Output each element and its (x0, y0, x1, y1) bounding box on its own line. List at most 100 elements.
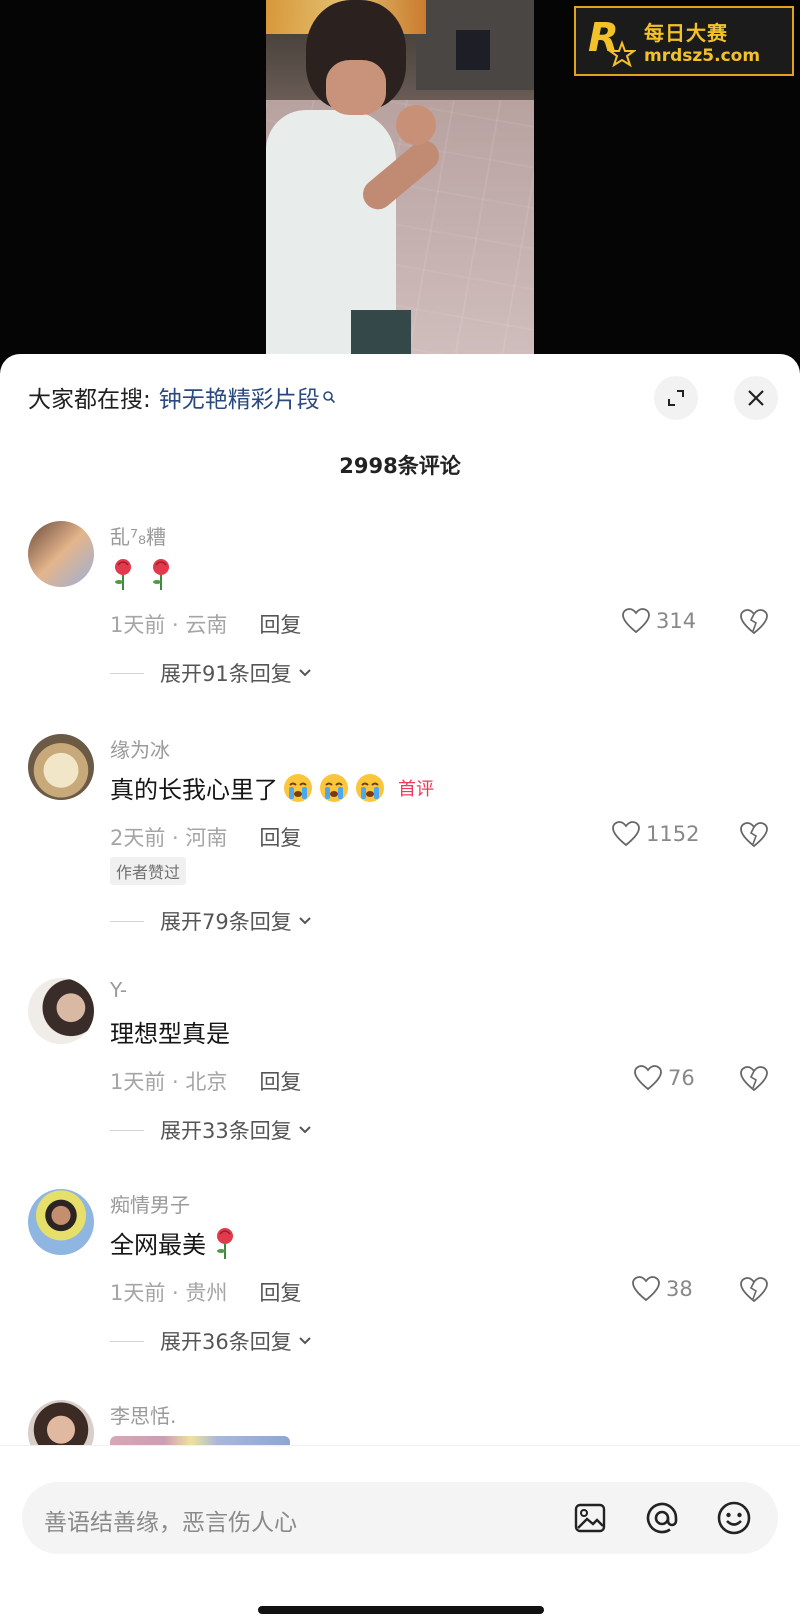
comment-text: 真的长我心里了 首评 (110, 770, 434, 805)
heart-icon (632, 1276, 660, 1302)
comment-text (110, 557, 186, 591)
comment-time-location: 1天前 · 云南 (110, 613, 228, 637)
watermark-brand-text: 每日大赛 (644, 20, 728, 45)
reply-button[interactable]: 回复 (259, 1277, 301, 1307)
chevron-down-icon (299, 1337, 311, 1345)
close-panel-button[interactable] (734, 376, 778, 420)
search-icon (322, 384, 336, 404)
expand-replies-button[interactable]: 展开79条回复 (110, 906, 312, 936)
like-count: 314 (656, 609, 697, 633)
like-button[interactable]: 1152 (612, 821, 699, 847)
trending-search[interactable]: 大家都在搜: 钟无艳精彩片段 (28, 380, 336, 414)
rose-emoji-icon (153, 559, 169, 590)
like-button[interactable]: 314 (622, 608, 696, 634)
like-button[interactable]: 76 (634, 1065, 695, 1091)
mention-button[interactable] (642, 1498, 682, 1538)
comment-time-location: 2天前 · 河南 (110, 826, 228, 850)
dislike-button[interactable] (740, 1277, 768, 1307)
home-indicator[interactable] (258, 1606, 544, 1614)
smiley-icon (717, 1501, 751, 1535)
video-player[interactable]: R 每日大赛 mrdsz5.com (0, 0, 800, 365)
reply-button[interactable]: 回复 (259, 822, 301, 852)
expand-replies-label: 展开91条回复 (160, 662, 292, 686)
comment-text-content: 全网最美 (110, 1231, 206, 1259)
rose-emoji-icon (115, 559, 131, 590)
comment-text-content: 真的长我心里了 (110, 776, 278, 804)
broken-heart-icon (740, 1277, 768, 1303)
watermark-badge: R 每日大赛 mrdsz5.com (574, 6, 794, 76)
comment-username[interactable]: 缘为冰 (110, 734, 170, 763)
reply-button[interactable]: 回复 (259, 609, 301, 639)
like-button[interactable]: 38 (632, 1276, 693, 1302)
image-picker-button[interactable] (570, 1498, 610, 1538)
avatar[interactable] (28, 978, 94, 1044)
expand-replies-label: 展开36条回复 (160, 1330, 292, 1354)
trending-search-prefix: 大家都在搜: (28, 387, 151, 413)
comment-username[interactable]: 痴情男子 (110, 1189, 190, 1218)
comment-meta: 1天前 · 贵州 回复 (110, 1277, 301, 1307)
comment-meta: 1天前 · 北京 回复 (110, 1066, 301, 1096)
crying-emoji-icon (284, 773, 312, 802)
comment-input-field[interactable]: 善语结善缘，恶言伤人心 (22, 1482, 778, 1554)
dislike-button[interactable] (740, 1066, 768, 1096)
avatar[interactable] (28, 1189, 94, 1255)
comment-username[interactable]: 乱⁷₈糟 (110, 521, 166, 550)
video-background-window (456, 30, 490, 70)
expand-replies-button[interactable]: 展开91条回复 (110, 658, 312, 688)
heart-icon (634, 1065, 662, 1091)
video-person-fist (396, 105, 436, 145)
avatar[interactable] (28, 521, 94, 587)
emoji-picker-button[interactable] (714, 1498, 754, 1538)
comment-time-location: 1天前 · 北京 (110, 1070, 228, 1094)
comment-count: 2998条评论 (339, 454, 461, 478)
comment-panel: 大家都在搜: 钟无艳精彩片段 2998条评论 乱⁷₈糟 1天前 · 云南 回复 (0, 354, 800, 1620)
video-person-face (326, 60, 386, 115)
first-comment-badge: 首评 (398, 778, 434, 800)
like-count: 38 (666, 1277, 693, 1301)
divider (110, 920, 144, 922)
video-frame[interactable] (266, 0, 534, 365)
dislike-button[interactable] (740, 609, 768, 639)
expand-icon (668, 390, 684, 406)
dislike-button[interactable] (740, 822, 768, 852)
author-liked-badge: 作者赞过 (110, 857, 187, 885)
comment-time-location: 1天前 · 贵州 (110, 1281, 228, 1305)
like-count: 76 (668, 1066, 695, 1090)
watermark-logo-icon: R (584, 13, 636, 69)
divider (110, 672, 144, 674)
comment-meta: 1天前 · 云南 回复 (110, 609, 301, 639)
comment-meta: 2天前 · 河南 回复 (110, 822, 301, 852)
broken-heart-icon (740, 822, 768, 848)
chevron-down-icon (299, 917, 311, 925)
comment-input-placeholder: 善语结善缘，恶言伤人心 (44, 1510, 297, 1536)
chevron-down-icon (299, 669, 311, 677)
expand-replies-button[interactable]: 展开36条回复 (110, 1326, 312, 1356)
trending-search-term[interactable]: 钟无艳精彩片段 (159, 380, 320, 414)
expand-replies-button[interactable]: 展开33条回复 (110, 1115, 312, 1145)
broken-heart-icon (740, 1066, 768, 1092)
avatar[interactable] (28, 734, 94, 800)
watermark-url: mrdsz5.com (644, 45, 761, 66)
crying-emoji-icon (320, 773, 348, 802)
close-icon (748, 390, 764, 406)
like-count: 1152 (646, 822, 700, 846)
divider (110, 1129, 144, 1131)
broken-heart-icon (740, 609, 768, 635)
expand-replies-label: 展开79条回复 (160, 910, 292, 934)
comment-input-bar: 善语结善缘，恶言伤人心 (0, 1445, 800, 1620)
comment-username[interactable]: 李思恬. (110, 1400, 176, 1429)
at-sign-icon (646, 1502, 678, 1534)
heart-icon (622, 608, 650, 634)
divider (110, 1340, 144, 1342)
comment-username[interactable]: Y- (110, 978, 127, 1002)
heart-icon (612, 821, 640, 847)
comment-text: 理想型真是 (110, 1020, 230, 1048)
reply-button[interactable]: 回复 (259, 1066, 301, 1096)
comment-text: 全网最美 (110, 1225, 250, 1260)
chevron-down-icon (299, 1126, 311, 1134)
expand-panel-button[interactable] (654, 376, 698, 420)
crying-emoji-icon (356, 773, 384, 802)
expand-replies-label: 展开33条回复 (160, 1119, 292, 1143)
rose-emoji-icon (217, 1227, 233, 1259)
image-icon (574, 1503, 606, 1533)
